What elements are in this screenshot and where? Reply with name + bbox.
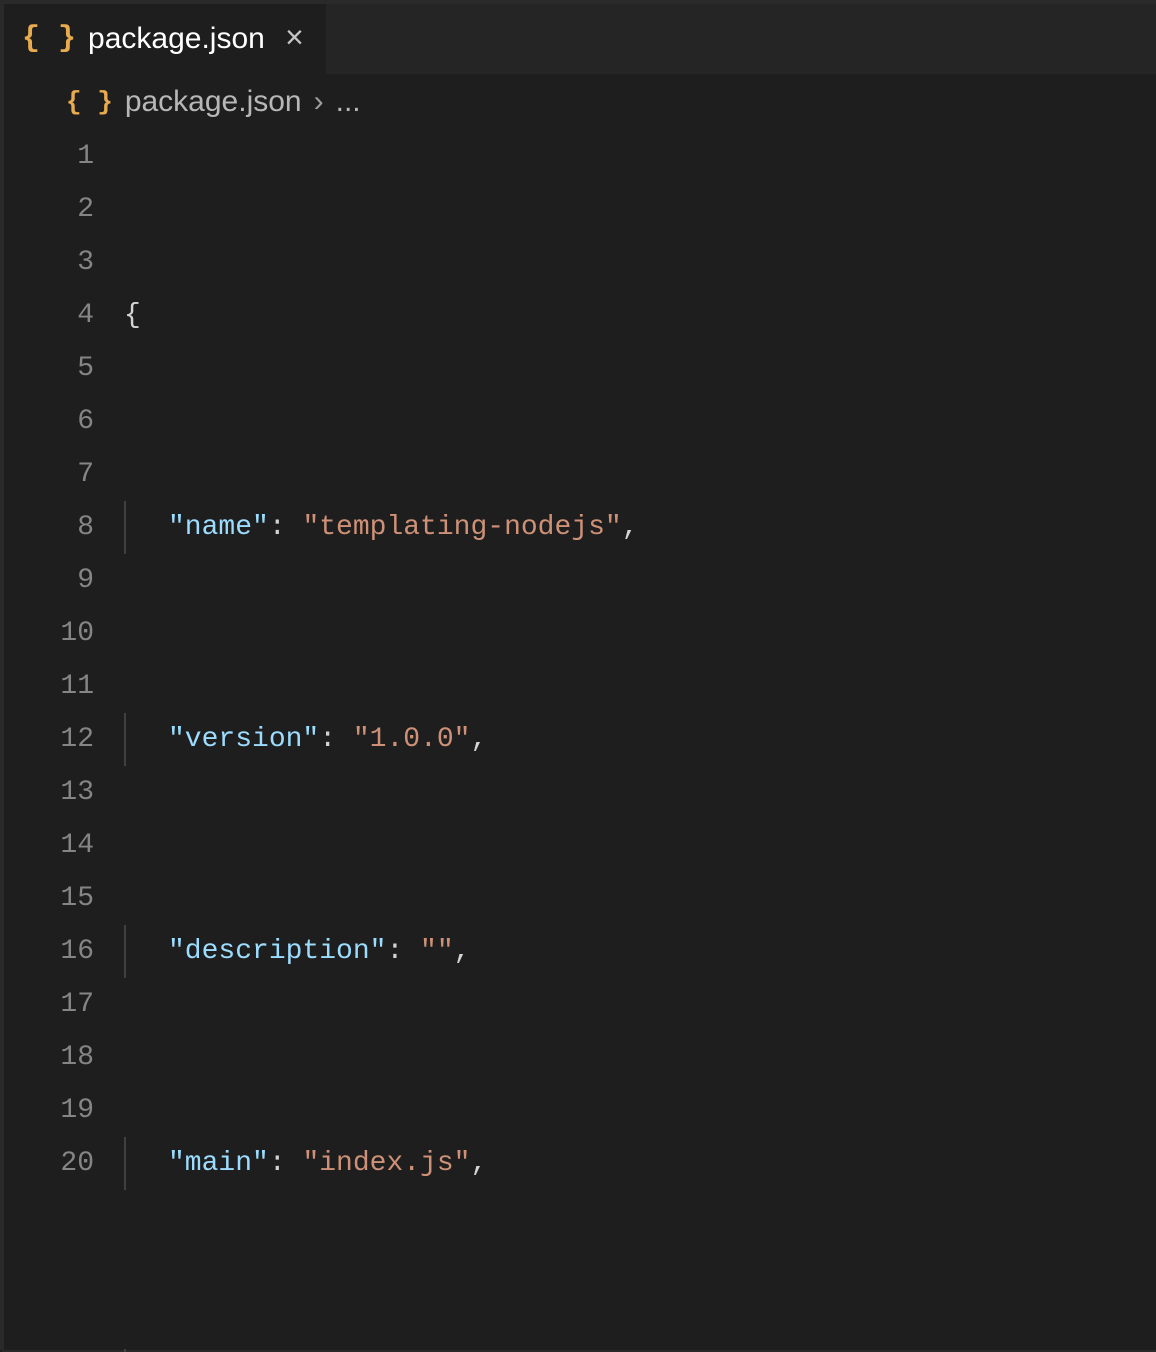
code-editor[interactable]: 12345 678910 1112131415 1617181920 { "na… [4, 130, 1156, 1352]
breadcrumb: { } package.json › ... [4, 74, 1156, 130]
code-line: "main": "index.js", [124, 1137, 1156, 1190]
code-line: "version": "1.0.0", [124, 713, 1156, 766]
tab-filename: package.json [88, 22, 265, 56]
code-line: "scripts": { [124, 1349, 1156, 1352]
code-line: "name": "templating-nodejs", [124, 501, 1156, 554]
tab-bar: { } package.json × [4, 4, 1156, 74]
chevron-right-icon: › [314, 85, 324, 119]
json-icon: { } [22, 22, 76, 56]
code-line: { [124, 289, 1156, 342]
close-icon[interactable]: × [285, 21, 304, 58]
code-area[interactable]: { "name": "templating-nodejs", "version"… [124, 130, 1156, 1352]
tab-package-json[interactable]: { } package.json × [4, 4, 326, 74]
code-line: "description": "", [124, 925, 1156, 978]
line-number-gutter: 12345 678910 1112131415 1617181920 [4, 130, 124, 1352]
breadcrumb-file[interactable]: package.json [125, 85, 302, 119]
breadcrumb-rest[interactable]: ... [336, 85, 361, 119]
json-icon: { } [66, 87, 113, 117]
